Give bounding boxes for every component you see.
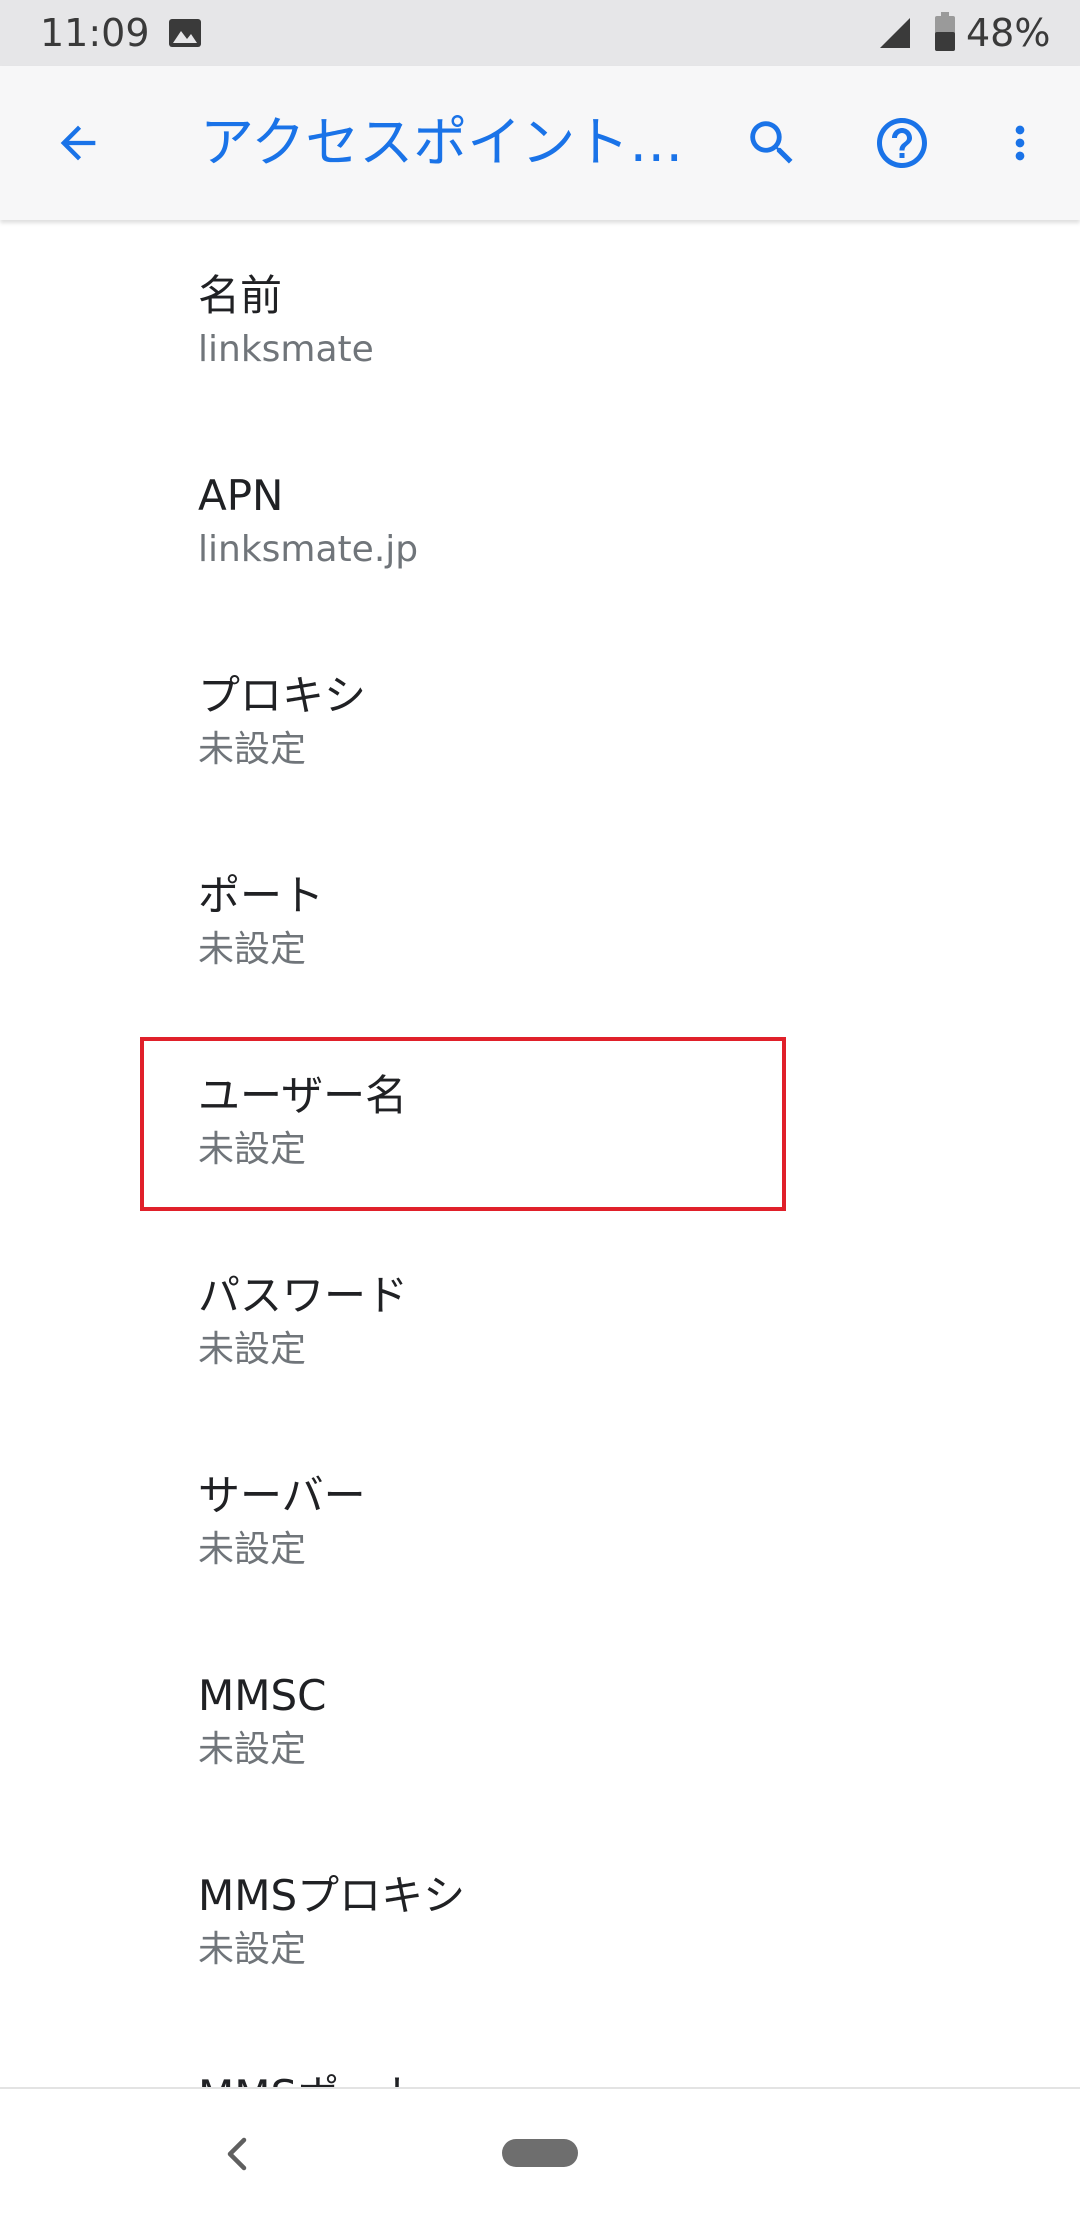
setting-apn[interactable]: APN linksmate.jp [0, 420, 1080, 620]
search-button[interactable] [724, 95, 820, 191]
setting-port[interactable]: ポート 未設定 [0, 820, 1080, 1020]
battery-icon [935, 12, 955, 51]
setting-title: サーバー [198, 1471, 366, 1520]
chevron-left-icon [227, 2137, 247, 2171]
back-button[interactable] [30, 95, 126, 191]
setting-server[interactable]: サーバー 未設定 [0, 1420, 1080, 1620]
nav-back-button[interactable] [204, 2119, 268, 2189]
setting-title: パスワード [198, 1271, 409, 1320]
setting-title: APN [198, 471, 284, 520]
image-notification-icon [169, 19, 201, 47]
battery-percentage: 48% [966, 11, 1051, 55]
setting-value: 未設定 [198, 1329, 307, 1370]
screen: 11:09 48% アクセスポイント… 名前 linksmate APN lin… [0, 0, 1080, 2220]
setting-title: MMSプロキシ [198, 1871, 466, 1920]
setting-password[interactable]: パスワード 未設定 [0, 1220, 1080, 1420]
setting-value: 未設定 [198, 1929, 307, 1970]
setting-value: 未設定 [198, 1729, 307, 1770]
status-time: 11:09 [40, 11, 150, 55]
setting-title: プロキシ [198, 671, 367, 720]
status-bar: 11:09 48% [0, 0, 1080, 66]
page-title: アクセスポイント… [200, 111, 684, 174]
more-options-button[interactable] [972, 95, 1068, 191]
setting-value: 未設定 [198, 929, 307, 970]
setting-title: 名前 [198, 271, 283, 320]
more-vert-icon [1015, 125, 1025, 161]
arrow-back-icon [60, 125, 96, 161]
setting-value: linksmate.jp [198, 529, 419, 570]
signal-icon [880, 18, 910, 48]
navigation-bar [0, 2087, 1080, 2220]
setting-proxy[interactable]: プロキシ 未設定 [0, 620, 1080, 820]
setting-title: MMSC [198, 1671, 327, 1720]
search-icon [750, 121, 793, 164]
help-icon [877, 118, 927, 168]
setting-value: 未設定 [198, 729, 307, 770]
app-bar: アクセスポイント… [0, 66, 1080, 220]
setting-mms-proxy[interactable]: MMSプロキシ 未設定 [0, 1820, 1080, 2020]
nav-home-button[interactable] [502, 2139, 578, 2167]
highlight-box [140, 1037, 786, 1211]
apn-settings-list: 名前 linksmate APN linksmate.jp プロキシ 未設定 ポ… [0, 220, 1080, 2220]
setting-value: 未設定 [198, 1529, 307, 1570]
setting-value: linksmate [198, 329, 374, 370]
setting-name[interactable]: 名前 linksmate [0, 220, 1080, 420]
setting-mmsc[interactable]: MMSC 未設定 [0, 1620, 1080, 1820]
help-button[interactable] [854, 95, 950, 191]
setting-title: ポート [198, 871, 325, 920]
